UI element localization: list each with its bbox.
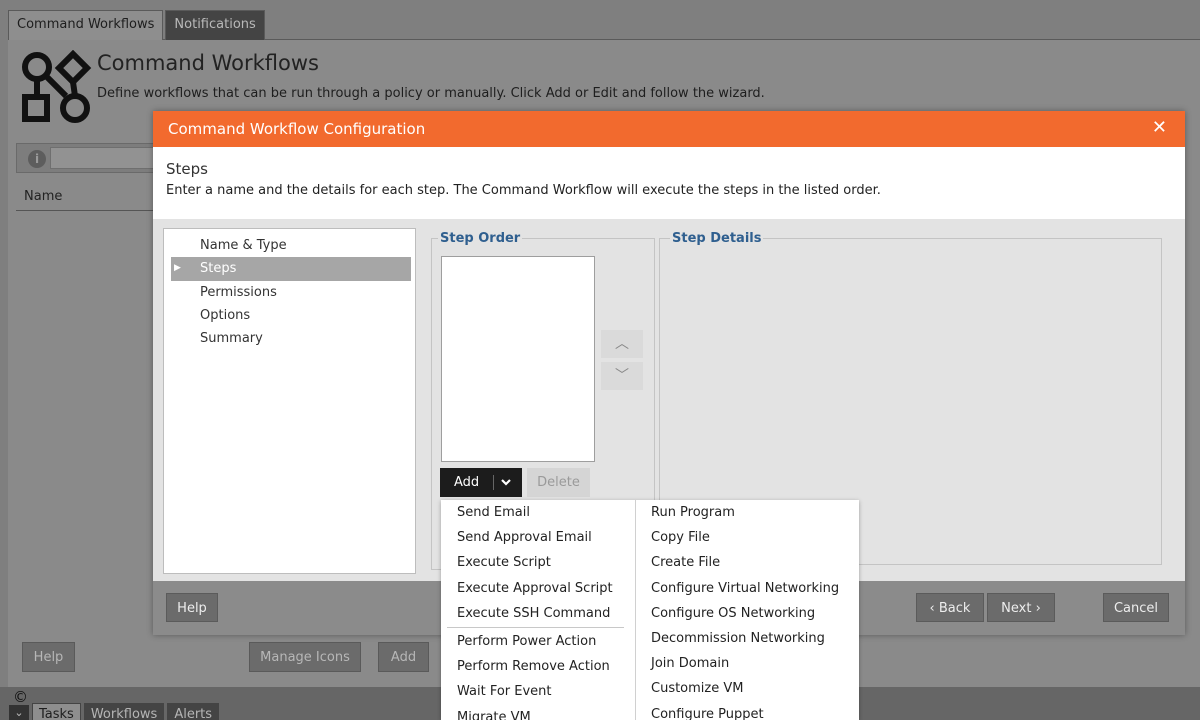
menu-item-create-file[interactable]: Create File [636, 550, 859, 575]
wizard-item-label: Name & Type [200, 238, 287, 253]
top-tabs: Command Workflows Notifications [8, 10, 267, 40]
page-help-button[interactable]: Help [22, 642, 75, 672]
chevron-up-icon: ︿ [615, 336, 629, 352]
info-icon[interactable]: i [28, 150, 46, 168]
step-instructions: Enter a name and the details for each st… [166, 183, 881, 198]
wizard-nav: Name & Type ▶ Steps Permissions Options S… [163, 228, 416, 574]
page-add-button[interactable]: Add [378, 642, 429, 672]
wizard-item-options[interactable]: Options [171, 304, 411, 327]
wizard-item-steps[interactable]: ▶ Steps [171, 257, 411, 281]
next-button[interactable]: Next › [987, 593, 1055, 622]
menu-item-configure-virtual-networking[interactable]: Configure Virtual Networking [636, 576, 859, 601]
copyright-mark: © [13, 688, 28, 706]
tab-alerts[interactable]: Alerts [167, 703, 220, 720]
menu-item-execute-approval-script[interactable]: Execute Approval Script [445, 576, 632, 601]
current-step-arrow-icon: ▶ [174, 263, 181, 274]
menu-item-execute-script[interactable]: Execute Script [445, 550, 632, 575]
chevron-left-icon: ‹ [929, 601, 935, 616]
add-step-menu: Send Email Send Approval Email Execute S… [441, 500, 859, 720]
split-divider [493, 475, 494, 490]
tab-workflows[interactable]: Workflows [83, 703, 165, 720]
menu-item-customize-vm[interactable]: Customize VM [636, 676, 859, 701]
step-details-legend: Step Details [670, 231, 764, 246]
menu-item-configure-os-networking[interactable]: Configure OS Networking [636, 601, 859, 626]
menu-item-migrate-vm[interactable]: Migrate VM [445, 705, 632, 720]
menu-item-send-email[interactable]: Send Email [445, 500, 632, 525]
tab-tasks[interactable]: Tasks [32, 703, 81, 720]
wizard-item-label: Summary [200, 331, 263, 347]
wizard-item-label: Permissions [200, 284, 277, 300]
wizard-item-label: Options [200, 307, 251, 323]
menu-divider [447, 626, 624, 628]
column-divider [16, 210, 156, 211]
menu-item-send-approval-email[interactable]: Send Approval Email [445, 525, 632, 550]
add-step-button[interactable]: Add [440, 468, 522, 497]
delete-step-button[interactable]: Delete [527, 468, 590, 497]
dialog-header: Command Workflow Configuration ✕ [153, 111, 1185, 147]
filter-input[interactable] [50, 147, 160, 169]
page-title: Command Workflows [97, 51, 319, 75]
menu-item-wait-for-event[interactable]: Wait For Event [445, 679, 632, 704]
close-icon[interactable]: ✕ [1152, 117, 1167, 138]
wizard-item-name-type[interactable]: Name & Type [171, 234, 411, 257]
step-order-legend: Step Order [438, 231, 523, 246]
cancel-button[interactable]: Cancel [1103, 593, 1169, 622]
collapse-chevron-icon[interactable]: ⌄ [9, 705, 29, 720]
menu-item-run-program[interactable]: Run Program [636, 500, 859, 525]
wizard-item-label: Steps [200, 261, 237, 277]
move-down-button[interactable]: ﹀ [601, 362, 643, 390]
dialog-intro: Steps Enter a name and the details for e… [153, 147, 1185, 219]
menu-item-copy-file[interactable]: Copy File [636, 525, 859, 550]
add-step-label: Add [454, 475, 480, 490]
chevron-right-icon: › [1035, 601, 1041, 616]
menu-item-perform-power-action[interactable]: Perform Power Action [445, 629, 632, 654]
menu-item-perform-remove-action[interactable]: Perform Remove Action [445, 654, 632, 679]
wizard-item-permissions[interactable]: Permissions [171, 281, 411, 304]
tab-notifications[interactable]: Notifications [165, 10, 265, 40]
column-header-name[interactable]: Name [24, 189, 62, 204]
menu-column-1: Send Email Send Approval Email Execute S… [445, 500, 632, 720]
menu-item-configure-puppet[interactable]: Configure Puppet [636, 702, 859, 720]
manage-icons-button[interactable]: Manage Icons [249, 642, 361, 672]
workflow-logo-icon [22, 50, 92, 123]
tab-command-workflows[interactable]: Command Workflows [8, 10, 164, 40]
menu-item-join-domain[interactable]: Join Domain [636, 651, 859, 676]
dialog-title: Command Workflow Configuration [168, 120, 426, 138]
step-order-list[interactable] [441, 256, 595, 462]
page-description: Define workflows that can be run through… [97, 86, 765, 101]
back-button[interactable]: ‹ Back [916, 593, 984, 622]
move-up-button[interactable]: ︿ [601, 330, 643, 358]
menu-item-decommission-networking[interactable]: Decommission Networking [636, 626, 859, 651]
step-heading: Steps [166, 160, 208, 178]
menu-item-execute-ssh-command[interactable]: Execute SSH Command [445, 601, 632, 626]
next-label: Next [1001, 601, 1032, 616]
bottom-tabs: Tasks Workflows Alerts [32, 703, 222, 720]
back-label: Back [938, 601, 971, 616]
menu-column-2: Run Program Copy File Create File Config… [635, 500, 859, 720]
wizard-item-summary[interactable]: Summary [171, 327, 411, 350]
chevron-down-icon: ﹀ [615, 368, 629, 384]
dialog-help-button[interactable]: Help [166, 593, 218, 622]
